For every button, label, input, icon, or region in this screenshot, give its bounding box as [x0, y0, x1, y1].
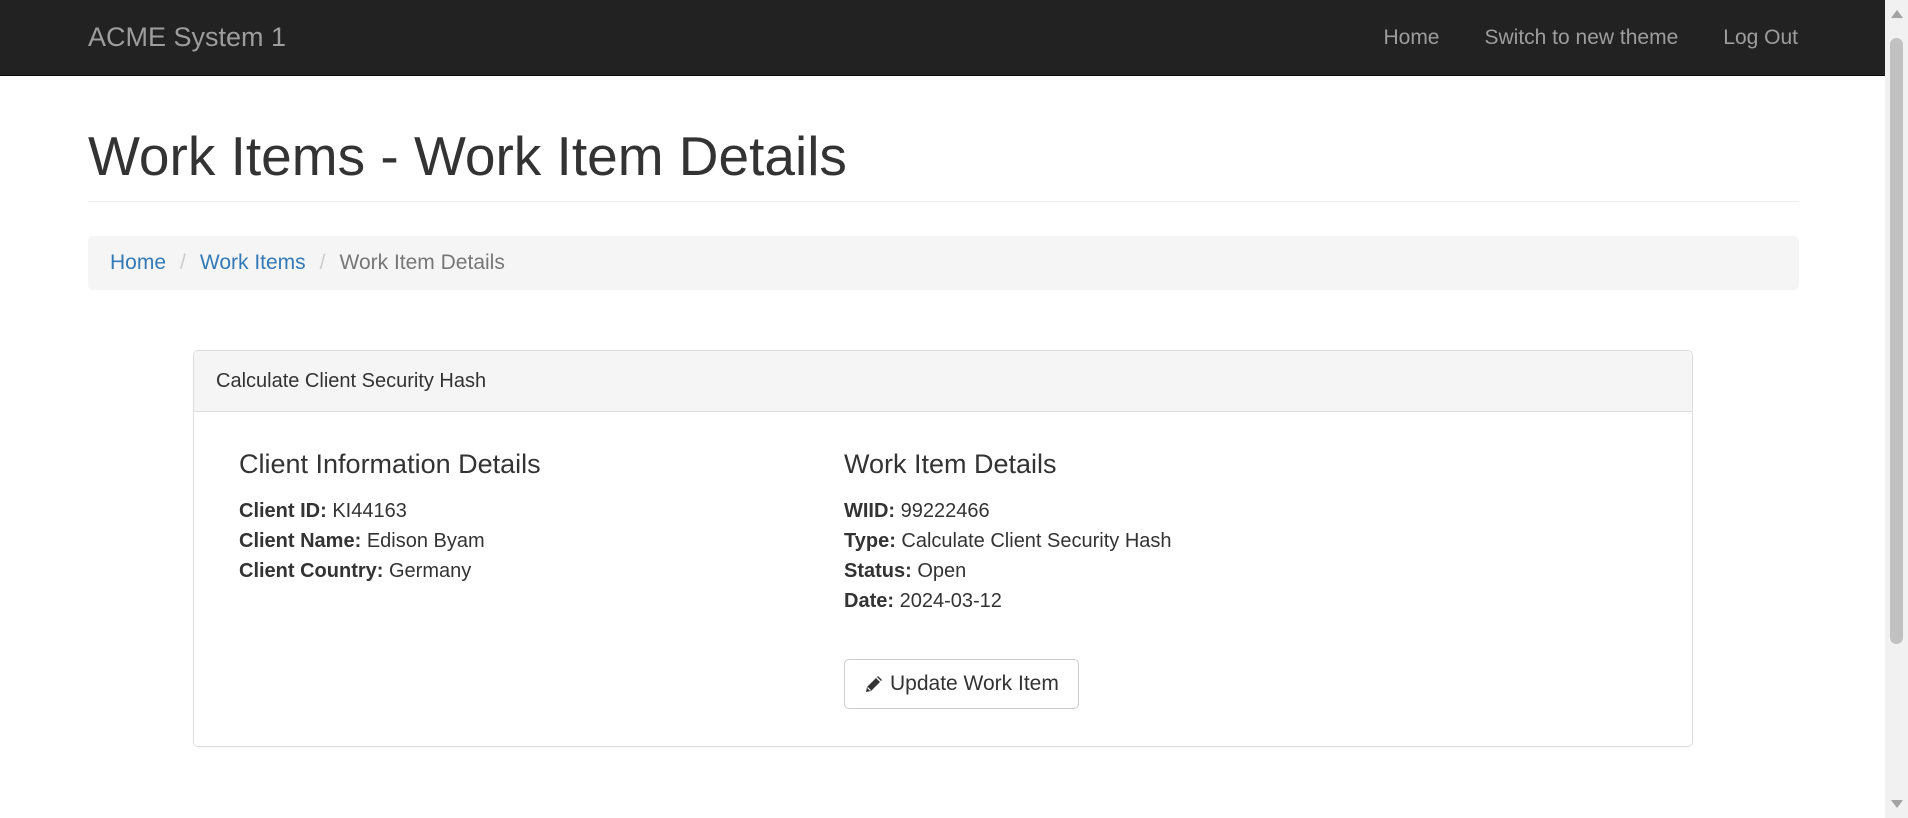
nav-logout-link[interactable]: Log Out	[1723, 26, 1798, 50]
page-header: Work Items - Work Item Details	[88, 126, 1799, 202]
date-field: Date: 2024-03-12	[844, 586, 1172, 616]
breadcrumb: Home / Work Items / Work Item Details	[88, 236, 1799, 290]
field-label: Client Name:	[239, 530, 362, 552]
client-id-field: Client ID: KI44163	[239, 496, 541, 526]
field-value: 99222466	[900, 500, 990, 522]
field-value: Open	[917, 560, 967, 582]
panel-heading: Calculate Client Security Hash	[194, 351, 1692, 412]
status-field: Status: Open	[844, 556, 1172, 586]
breadcrumb-home-link[interactable]: Home	[110, 251, 166, 275]
navbar: ACME System 1 Home Switch to new theme L…	[0, 0, 1885, 76]
client-country-field: Client Country: Germany	[239, 556, 541, 586]
page-title: Work Items - Work Item Details	[88, 125, 847, 187]
work-item-panel: Calculate Client Security Hash Client In…	[193, 350, 1693, 747]
field-label: Client ID:	[239, 500, 327, 522]
wiid-field: WIID: 99222466	[844, 496, 1172, 526]
field-label: Status:	[844, 560, 912, 582]
field-value: Calculate Client Security Hash	[901, 530, 1172, 552]
brand-link[interactable]: ACME System 1	[88, 22, 286, 53]
pencil-icon	[864, 674, 884, 694]
type-field: Type: Calculate Client Security Hash	[844, 526, 1172, 556]
vertical-scrollbar[interactable]	[1885, 0, 1908, 818]
field-value: Germany	[389, 560, 472, 582]
client-name-field: Client Name: Edison Byam	[239, 526, 541, 556]
nav-home-link[interactable]: Home	[1383, 26, 1439, 50]
field-label: WIID:	[844, 500, 896, 522]
field-label: Client Country:	[239, 560, 384, 582]
client-info-section: Client Information Details Client ID: KI…	[239, 449, 541, 586]
breadcrumb-work-items-link[interactable]: Work Items	[200, 251, 306, 275]
field-label: Date:	[844, 590, 895, 612]
nav-switch-theme-link[interactable]: Switch to new theme	[1485, 26, 1679, 50]
client-info-title: Client Information Details	[239, 449, 541, 479]
breadcrumb-separator: /	[319, 251, 326, 274]
work-item-details-section: Work Item Details WIID: 99222466 Type: C…	[844, 449, 1172, 616]
field-value: KI44163	[332, 500, 407, 522]
update-button-label: Update Work Item	[890, 672, 1059, 695]
scrollbar-thumb[interactable]	[1890, 38, 1903, 644]
nav-links: Home Switch to new theme Log Out	[1338, 26, 1798, 50]
update-work-item-button[interactable]: Update Work Item	[844, 659, 1079, 709]
breadcrumb-separator: /	[180, 251, 186, 274]
field-value: Edison Byam	[366, 530, 485, 552]
field-value: 2024-03-12	[899, 590, 1002, 612]
field-label: Type:	[844, 530, 896, 552]
scroll-up-arrow-icon[interactable]	[1891, 10, 1903, 18]
breadcrumb-current: Work Item Details	[339, 251, 505, 274]
work-item-details-title: Work Item Details	[844, 449, 1057, 479]
scroll-down-arrow-icon[interactable]	[1891, 800, 1903, 808]
